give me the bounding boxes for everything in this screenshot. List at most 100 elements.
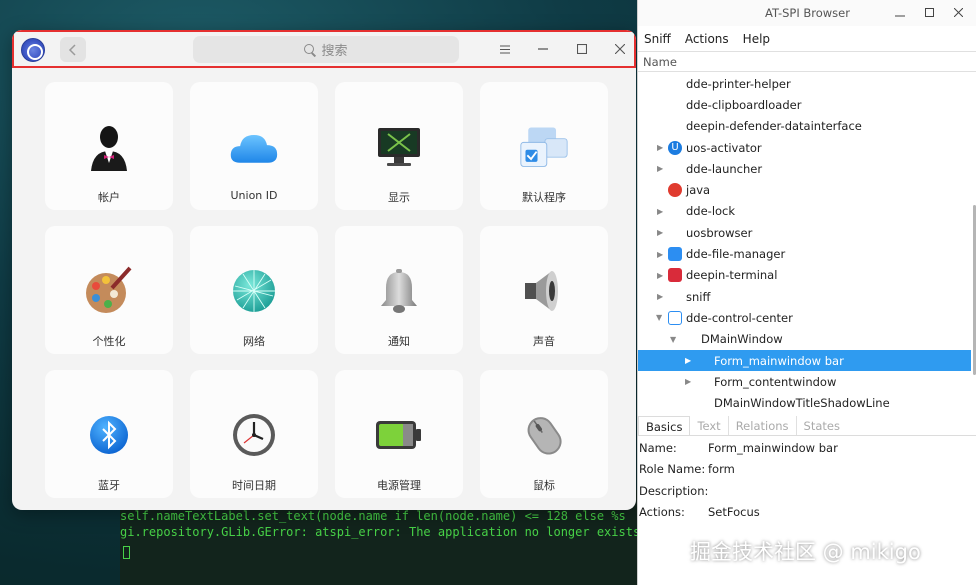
battery-icon bbox=[374, 410, 424, 460]
tree-row[interactable]: ▶ deepin-terminal bbox=[638, 265, 971, 286]
expand-arrow-icon[interactable]: ▶ bbox=[685, 377, 691, 386]
column-header-name[interactable]: Name bbox=[638, 51, 976, 72]
tile-default-apps[interactable]: 默认程序 bbox=[480, 82, 608, 210]
tree-row-label: dde-file-manager bbox=[686, 247, 786, 262]
tree-row-label: deepin-terminal bbox=[686, 268, 778, 283]
minimize-button[interactable] bbox=[532, 38, 554, 60]
tree-row[interactable]: deepin-defender-datainterface bbox=[638, 116, 971, 137]
expand-arrow-icon[interactable]: ▶ bbox=[657, 143, 663, 152]
tree-row[interactable]: ▶ sniff bbox=[638, 286, 971, 307]
tab-states[interactable]: States bbox=[797, 416, 847, 435]
tree-row-label: uos-activator bbox=[686, 140, 762, 155]
expand-arrow-icon[interactable]: ▶ bbox=[657, 271, 663, 280]
search-icon bbox=[304, 43, 316, 56]
tile-union-id[interactable]: Union ID bbox=[190, 82, 318, 210]
tree-row[interactable]: java bbox=[638, 179, 971, 200]
mouse-icon bbox=[519, 410, 569, 460]
menu-button[interactable] bbox=[494, 38, 516, 60]
tree-row[interactable]: ▼ DMainWindow bbox=[638, 329, 971, 350]
tree-row[interactable]: ▶ uosbrowser bbox=[638, 222, 971, 243]
tile-mouse[interactable]: 鼠标 bbox=[480, 370, 608, 498]
properties-panel: Name: Form_mainwindow bar Role Name: for… bbox=[638, 437, 976, 523]
terminal-app-icon bbox=[668, 268, 682, 283]
tab-text[interactable]: Text bbox=[690, 416, 729, 435]
tree-row[interactable]: ▶ U uos-activator bbox=[638, 137, 971, 158]
property-key: Name: bbox=[639, 440, 677, 455]
terminal-line: gi.repository.GLib.GError: atspi_error: … bbox=[120, 525, 660, 539]
tile-power[interactable]: 电源管理 bbox=[335, 370, 463, 498]
tree-row[interactable]: ▶ dde-lock bbox=[638, 201, 971, 222]
expand-arrow-icon[interactable]: ▶ bbox=[657, 164, 663, 173]
tile-notification[interactable]: 通知 bbox=[335, 226, 463, 354]
tree-row[interactable]: ▶ dde-launcher bbox=[638, 158, 971, 179]
tile-label: 蓝牙 bbox=[98, 479, 120, 492]
tree-row[interactable]: ▶ dde-file-manager bbox=[638, 243, 971, 264]
tile-label: 鼠标 bbox=[533, 479, 555, 492]
tree-row[interactable]: DMainWindowTitleShadowLine bbox=[638, 392, 971, 409]
menu-sniff[interactable]: Sniff bbox=[644, 32, 671, 46]
tree-row-label: java bbox=[686, 183, 711, 198]
tile-display[interactable]: 显示 bbox=[335, 82, 463, 210]
close-icon bbox=[953, 7, 963, 18]
collapse-arrow-icon[interactable]: ▼ bbox=[656, 313, 662, 322]
tile-sound[interactable]: 声音 bbox=[480, 226, 608, 354]
accessibility-tree[interactable]: dde-printer-helper dde-clipboardloader d… bbox=[638, 73, 971, 409]
close-button[interactable] bbox=[948, 3, 968, 23]
tree-row-label: DMainWindow bbox=[701, 332, 783, 347]
tile-account[interactable]: 帐户 bbox=[45, 82, 173, 210]
expand-arrow-icon[interactable]: ▶ bbox=[657, 292, 663, 301]
expand-arrow-icon[interactable]: ▶ bbox=[685, 356, 691, 365]
tile-label: 网络 bbox=[243, 335, 265, 348]
maximize-button[interactable] bbox=[571, 38, 593, 60]
watermark: 掘金技术社区 @ mikigo bbox=[690, 540, 921, 564]
tree-row-label: Form_mainwindow bar bbox=[714, 353, 844, 368]
maximize-button[interactable] bbox=[919, 3, 939, 23]
close-button[interactable] bbox=[609, 38, 631, 60]
expand-arrow-icon[interactable]: ▶ bbox=[657, 250, 663, 259]
property-row: Name: Form_mainwindow bar bbox=[638, 437, 976, 459]
control-center-logo-icon bbox=[21, 38, 45, 62]
tab-basics[interactable]: Basics bbox=[638, 416, 691, 435]
mainwindow-titlebar[interactable]: 搜索 bbox=[12, 30, 636, 68]
collapse-arrow-icon[interactable]: ▼ bbox=[670, 335, 676, 344]
atspi-browser-window: AT-SPI Browser Sniff Actions Help Name d… bbox=[637, 0, 976, 585]
tree-row[interactable]: dde-printer-helper bbox=[638, 73, 971, 94]
property-key: Actions: bbox=[639, 505, 685, 520]
tile-network[interactable]: 网络 bbox=[190, 226, 318, 354]
tile-personalization[interactable]: 个性化 bbox=[45, 226, 173, 354]
tree-row[interactable]: ▶ Form_contentwindow bbox=[638, 371, 971, 392]
tile-label: Union ID bbox=[230, 189, 278, 202]
tree-row-label: dde-lock bbox=[686, 204, 736, 219]
tree-row-selected[interactable]: ▶ Form_mainwindow bar bbox=[638, 349, 971, 372]
property-value: SetFocus bbox=[708, 505, 760, 520]
account-icon bbox=[84, 122, 134, 172]
minimize-button[interactable] bbox=[890, 3, 910, 23]
expand-arrow-icon[interactable]: ▶ bbox=[657, 207, 663, 216]
file-manager-icon bbox=[668, 247, 682, 262]
default-apps-icon bbox=[519, 122, 569, 172]
tree-row-label: dde-printer-helper bbox=[686, 76, 791, 91]
back-button[interactable] bbox=[60, 37, 86, 62]
menu-help[interactable]: Help bbox=[743, 32, 770, 46]
tree-row[interactable]: ▼ dde-control-center bbox=[638, 307, 971, 328]
tree-row[interactable]: dde-clipboardloader bbox=[638, 94, 971, 115]
bell-icon bbox=[374, 266, 424, 316]
tile-bluetooth[interactable]: 蓝牙 bbox=[45, 370, 173, 498]
menu-actions[interactable]: Actions bbox=[685, 32, 729, 46]
tree-row-label: dde-clipboardloader bbox=[686, 97, 802, 112]
search-input[interactable]: 搜索 bbox=[193, 36, 459, 63]
tile-label: 时间日期 bbox=[232, 479, 276, 492]
tile-label: 帐户 bbox=[98, 191, 120, 204]
property-key: Role Name: bbox=[639, 462, 706, 477]
tile-datetime[interactable]: 时间日期 bbox=[190, 370, 318, 498]
expand-arrow-icon[interactable]: ▶ bbox=[657, 228, 663, 237]
property-row: Description: bbox=[638, 480, 976, 502]
palette-icon bbox=[84, 266, 134, 316]
tab-relations[interactable]: Relations bbox=[729, 416, 797, 435]
chevron-left-icon bbox=[68, 43, 76, 56]
speaker-icon bbox=[519, 266, 569, 316]
clock-icon bbox=[229, 410, 279, 460]
tree-row-label: dde-launcher bbox=[686, 161, 763, 176]
tile-label: 显示 bbox=[388, 191, 410, 204]
control-center-app-icon bbox=[668, 310, 682, 325]
